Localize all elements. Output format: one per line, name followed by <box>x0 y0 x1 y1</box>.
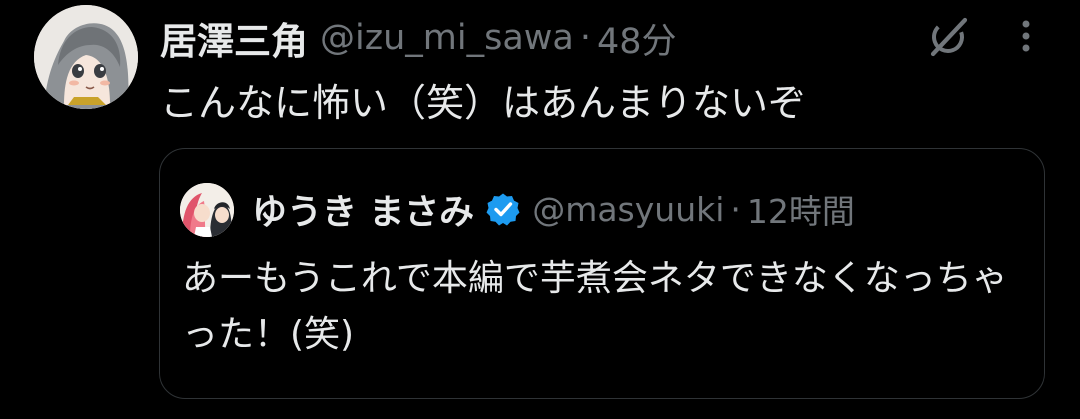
author-display-name[interactable]: 居澤三角 <box>160 11 308 65</box>
quote-tweet-text: あーもうこれで本編で芋煮会ネタできなくなっちゃった！(笑) <box>182 258 1008 355</box>
quote-author-handle[interactable]: @masyuuki <box>532 190 724 229</box>
avatar[interactable] <box>34 5 138 109</box>
tweet-text: こんなに怖い（笑）はあんまりないぞ <box>160 81 807 125</box>
separator-dot: · <box>579 18 591 58</box>
quote-header: ゆうき まさみ @masyuuki · 12時間 <box>252 179 855 239</box>
author-handle[interactable]: @izu_mi_sawa <box>320 18 574 58</box>
quote-separator-dot: · <box>730 189 741 229</box>
quote-author-display-name[interactable]: ゆうき まさみ <box>252 184 474 235</box>
verified-badge-icon <box>486 193 520 226</box>
more-vertical-icon[interactable] <box>1008 12 1044 60</box>
tweet-header: 居澤三角 @izu_mi_sawa · 48分 <box>160 10 677 66</box>
avatar-image <box>34 5 138 109</box>
grok-icon[interactable] <box>925 14 971 60</box>
quote-avatar[interactable] <box>180 183 234 237</box>
quote-tweet-card[interactable]: ゆうき まさみ @masyuuki · 12時間 あーもうこれで本編で芋煮会ネタ… <box>159 148 1045 399</box>
quote-timestamp[interactable]: 12時間 <box>747 185 855 233</box>
tweet-timestamp[interactable]: 48分 <box>597 13 677 64</box>
quote-avatar-image <box>180 183 234 237</box>
